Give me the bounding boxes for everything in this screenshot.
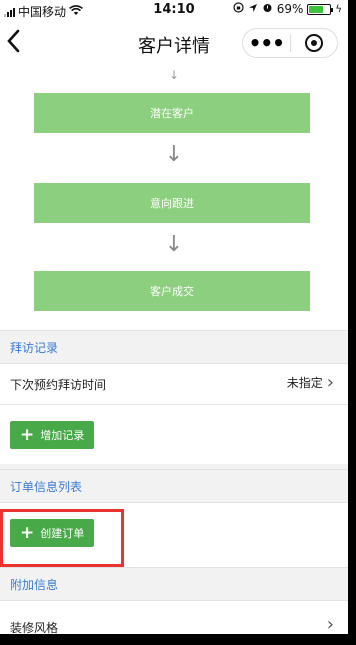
battery-icon	[307, 3, 334, 15]
arrow-down-icon: ↓	[164, 142, 184, 167]
charging-bolt-icon: ϟ	[335, 3, 342, 15]
visit-records-header: 拜访记录	[0, 330, 348, 364]
arrow-down-icon: ↓	[164, 232, 184, 257]
orientation-lock-icon	[233, 2, 244, 16]
chevron-right-icon: ›	[326, 614, 334, 634]
stage-intent-followup[interactable]: 意向跟进	[34, 183, 310, 223]
arrow-down-icon: ↓	[168, 68, 180, 82]
next-visit-value: 未指定	[286, 376, 323, 390]
extra-info-block: 装修风格 ›	[0, 601, 348, 634]
more-menu-button[interactable]: •••	[243, 29, 290, 57]
decor-style-row[interactable]: ›	[326, 614, 334, 634]
mini-program-capsule: •••	[242, 28, 338, 58]
next-visit-value-row[interactable]: 未指定 ›	[286, 371, 334, 393]
status-bar: 中国移动 14:10 69% ϟ	[0, 0, 348, 20]
nav-bar: 客户详情 •••	[0, 20, 348, 66]
battery-level	[309, 5, 324, 13]
close-mini-program-button[interactable]	[291, 34, 338, 52]
add-record-label: 增加记录	[40, 429, 85, 442]
stage-customer-deal[interactable]: 客户成交	[34, 271, 310, 311]
location-icon	[248, 2, 258, 16]
battery-percent: 69%	[276, 2, 304, 16]
next-visit-label: 下次预约拜访时间	[10, 378, 107, 392]
row-divider	[0, 404, 348, 405]
visit-records-block: 下次预约拜访时间 未指定 › + 增加记录	[0, 364, 348, 464]
phone-screen: 中国移动 14:10 69% ϟ 客户详情 ••• ↓ 潜在客户 ↓ 意向跟进 …	[0, 0, 348, 634]
alarm-icon	[262, 2, 273, 16]
chevron-right-icon: ›	[326, 371, 334, 393]
add-record-button[interactable]: + 增加记录	[10, 421, 95, 449]
extra-info-header: 附加信息	[0, 567, 348, 601]
stage-potential-customer[interactable]: 潜在客户	[34, 93, 310, 133]
status-right: 69% ϟ	[233, 2, 342, 16]
decor-style-label: 装修风格	[10, 621, 59, 634]
target-icon	[304, 34, 323, 52]
customer-stage-flow: ↓ 潜在客户 ↓ 意向跟进 ↓ 客户成交	[0, 66, 348, 330]
plus-icon: +	[20, 424, 35, 445]
highlight-annotation-box	[0, 509, 124, 567]
order-list-header: 订单信息列表	[0, 469, 348, 503]
